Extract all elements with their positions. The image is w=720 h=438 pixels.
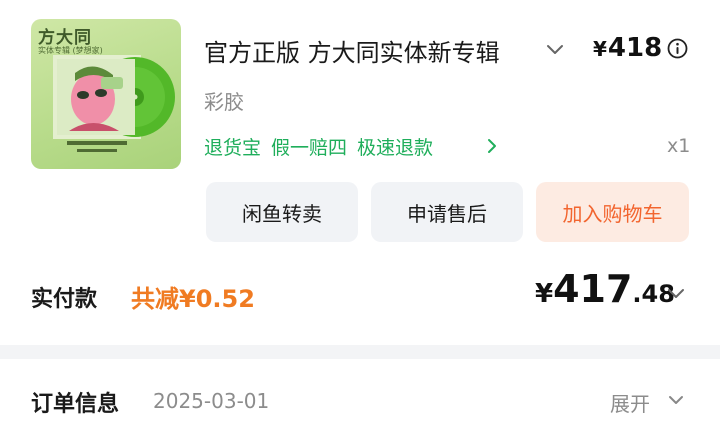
- chevron-down-icon[interactable]: [545, 42, 565, 58]
- paid-total-symbol: ¥: [535, 279, 554, 309]
- expand-button[interactable]: 展开: [610, 388, 650, 417]
- title-fade: [500, 30, 540, 66]
- chevron-down-icon[interactable]: [666, 286, 686, 302]
- chevron-right-icon[interactable]: [484, 137, 500, 155]
- chevron-down-icon[interactable]: [667, 393, 685, 407]
- order-date: 2025-03-01: [153, 389, 270, 413]
- info-icon[interactable]: [667, 38, 688, 59]
- unit-price-amount: 418: [607, 33, 663, 63]
- unit-price: ¥418: [593, 33, 662, 63]
- paid-total-integer: 417: [553, 267, 633, 311]
- add-to-cart-button[interactable]: 加入购物车: [536, 182, 689, 242]
- cover-subtitle: 实体专辑 (梦想家): [38, 46, 103, 55]
- paid-total: ¥417.48: [535, 267, 675, 311]
- product-variant: 彩胶: [204, 90, 244, 114]
- discount-total: 共减¥0.52: [131, 285, 255, 313]
- unit-price-symbol: ¥: [593, 37, 607, 61]
- product-title[interactable]: 官方正版 方大同实体新专辑: [204, 33, 534, 68]
- item-quantity: x1: [667, 135, 691, 157]
- order-info-label: 订单信息: [31, 392, 120, 417]
- paid-amount-label: 实付款: [31, 287, 98, 312]
- perk-fake-compensation: 假一赔四: [271, 137, 348, 159]
- order-item-card: 方大同 实体专辑 (梦想家) 官方正版 方大同实体新专辑 ¥418 彩胶 退货宝…: [0, 0, 720, 345]
- section-divider: [0, 345, 720, 359]
- perk-return-insurance: 退货宝: [204, 137, 262, 159]
- product-thumbnail[interactable]: 方大同 实体专辑 (梦想家): [31, 19, 181, 169]
- perk-fast-refund: 极速退款: [357, 137, 434, 159]
- service-perks[interactable]: 退货宝 假一赔四 极速退款: [204, 133, 443, 160]
- resell-button[interactable]: 闲鱼转卖: [206, 182, 358, 242]
- after-sale-button[interactable]: 申请售后: [371, 182, 523, 242]
